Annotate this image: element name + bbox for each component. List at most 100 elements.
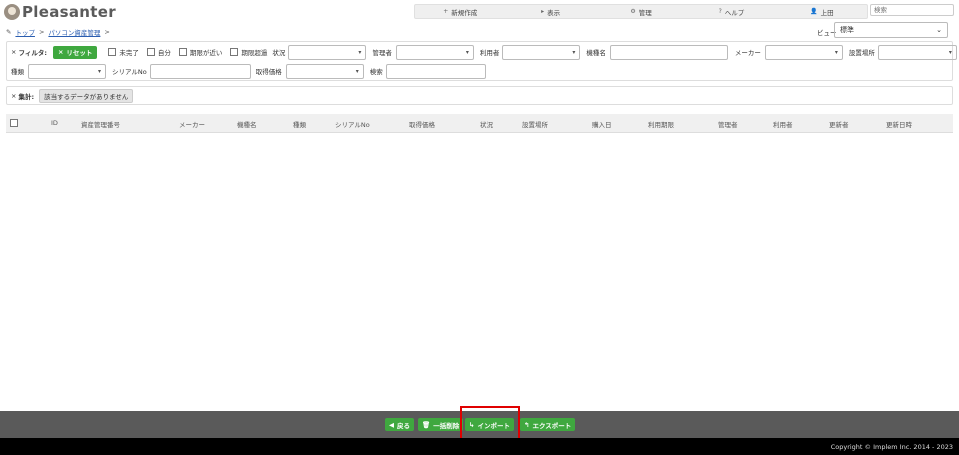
reset-button[interactable]: × リセット	[52, 45, 98, 59]
select-all-checkbox[interactable]	[10, 119, 18, 127]
column-header-purchase-date[interactable]: 購入日	[592, 119, 612, 129]
nav-view[interactable]: ▸ 表示	[505, 5, 595, 18]
summary-panel: × 集計: 該当するデータがありません	[6, 86, 953, 105]
model-name-label: 機種名	[586, 49, 606, 57]
filter-row-2: 種類 ▾ シリアルNo 取得価格 ▾ 検索	[11, 63, 486, 79]
status-select[interactable]: ▾	[288, 44, 367, 60]
price-label: 取得価格	[255, 68, 282, 76]
app-logo[interactable]: Pleasanter	[4, 2, 116, 22]
chevron-down-icon: ▾	[355, 67, 359, 75]
status-label: 状況	[272, 49, 286, 57]
chevron-down-icon: ▾	[358, 48, 362, 56]
filter-incomplete-checkbox[interactable]	[108, 48, 117, 56]
column-header-serial[interactable]: シリアルNo	[335, 119, 370, 129]
location-select[interactable]: ▾	[877, 44, 957, 60]
chevron-down-icon: ▾	[948, 48, 952, 56]
column-header-status[interactable]: 状況	[480, 119, 493, 129]
filter-panel: × フィルタ: × リセット 未完了 自分 期限が近い 期限超過 状況 ▾ 管理者…	[6, 41, 957, 81]
location-label: 設置場所	[848, 49, 875, 57]
breadcrumb-current[interactable]: パソコン資産管理	[48, 27, 100, 37]
user-select[interactable]: ▾	[502, 44, 581, 60]
collapse-icon[interactable]: ×	[11, 48, 16, 56]
nav-view-label: 表示	[547, 8, 561, 17]
user-label: 利用者	[479, 49, 500, 57]
view-select[interactable]: 標準 ⌄	[834, 22, 948, 38]
type-select[interactable]: ▾	[28, 63, 106, 79]
filter-row-1: × フィルタ: × リセット 未完了 自分 期限が近い 期限超過 状況 ▾ 管理者…	[11, 44, 957, 60]
back-button[interactable]: ◀ 戻る	[385, 418, 414, 431]
filter-mine-checkbox[interactable]	[146, 48, 155, 56]
column-header-type[interactable]: 種類	[293, 119, 306, 129]
collapse-icon[interactable]: ×	[11, 92, 16, 100]
pencil-icon: ✎	[6, 28, 12, 36]
search-label: 検索	[369, 68, 383, 76]
breadcrumb-separator: >	[38, 28, 45, 36]
breadcrumb-top[interactable]: トップ	[15, 27, 35, 37]
back-label: 戻る	[397, 421, 410, 430]
filter-mine-label: 自分	[157, 49, 171, 57]
nav-new-label: 新規作成	[451, 8, 478, 17]
column-header-usage-limit[interactable]: 利用期限	[648, 119, 674, 129]
search-input[interactable]	[870, 4, 954, 16]
column-header-updater[interactable]: 更新者	[829, 119, 849, 129]
nav-new[interactable]: + 新規作成	[415, 5, 505, 18]
reset-icon: ×	[57, 48, 64, 56]
filter-incomplete-label: 未完了	[119, 49, 139, 57]
breadcrumb-separator: >	[104, 28, 110, 36]
no-data-message: 該当するデータがありません	[39, 88, 134, 103]
logo-mark-icon	[4, 4, 20, 20]
reset-label: リセット	[66, 49, 93, 57]
bulk-delete-button[interactable]: 🗑 一括削除	[418, 418, 464, 431]
column-header-maker[interactable]: メーカー	[179, 119, 205, 129]
manager-label: 管理者	[372, 49, 392, 57]
top-nav: + 新規作成 ▸ 表示 ⚙ 管理 ? ヘルプ 👤 上田	[414, 4, 868, 19]
price-select[interactable]: ▾	[285, 63, 364, 79]
summary-title: 集計:	[18, 92, 35, 101]
breadcrumb: ✎ トップ > パソコン資産管理 >	[6, 27, 110, 37]
column-header-updated-at[interactable]: 更新日時	[886, 119, 912, 129]
export-button[interactable]: ↰ エクスポート	[520, 418, 576, 431]
column-header-user[interactable]: 利用者	[773, 119, 793, 129]
nav-help-label: ヘルプ	[724, 8, 745, 17]
user-icon: 👤	[810, 8, 818, 15]
chevron-down-icon: ⌄	[936, 26, 942, 34]
model-name-input[interactable]	[609, 44, 728, 60]
export-icon: ↰	[524, 420, 530, 429]
keyword-search-input[interactable]	[385, 63, 486, 79]
nav-manage[interactable]: ⚙ 管理	[596, 5, 686, 18]
filter-near-deadline-checkbox[interactable]	[178, 48, 187, 56]
nav-user[interactable]: 👤 上田	[777, 5, 867, 18]
back-icon: ◀	[389, 420, 394, 429]
nav-help[interactable]: ? ヘルプ	[686, 5, 776, 18]
filter-near-deadline-label: 期限が近い	[189, 49, 223, 57]
column-header-price[interactable]: 取得価格	[409, 119, 435, 129]
column-header-model-name[interactable]: 機種名	[237, 119, 257, 129]
filter-overdue-label: 期限超過	[241, 49, 268, 57]
maker-select[interactable]: ▾	[764, 44, 843, 60]
chevron-down-icon: ▾	[572, 48, 576, 56]
maker-label: メーカー	[734, 49, 761, 57]
view-select-value: 標準	[840, 26, 854, 34]
column-header-location[interactable]: 設置場所	[522, 119, 548, 129]
serial-label: シリアルNo	[112, 68, 147, 76]
chevron-down-icon: ▾	[465, 48, 469, 56]
type-label: 種類	[11, 68, 24, 76]
chevron-down-icon: ▾	[97, 67, 101, 75]
gear-icon: ⚙	[630, 8, 636, 15]
help-icon: ?	[718, 8, 722, 15]
import-highlight-box	[460, 406, 520, 440]
table-header: ID 資産管理番号 メーカー 機種名 種類 シリアルNo 取得価格 状況 設置場…	[6, 114, 953, 133]
manager-select[interactable]: ▾	[395, 44, 474, 60]
bulk-delete-label: 一括削除	[433, 421, 460, 430]
export-label: エクスポート	[532, 421, 572, 430]
nav-user-label: 上田	[820, 8, 834, 17]
plus-icon: +	[443, 8, 449, 15]
column-header-asset-number[interactable]: 資産管理番号	[81, 119, 120, 129]
copyright: Copyright © Implem Inc. 2014 - 2023	[0, 438, 959, 455]
column-header-manager[interactable]: 管理者	[718, 119, 738, 129]
chevron-down-icon: ▾	[834, 48, 838, 56]
filter-overdue-checkbox[interactable]	[230, 48, 239, 56]
view-icon: ▸	[541, 8, 545, 15]
column-header-id[interactable]: ID	[51, 119, 58, 127]
serial-input[interactable]	[149, 63, 251, 79]
